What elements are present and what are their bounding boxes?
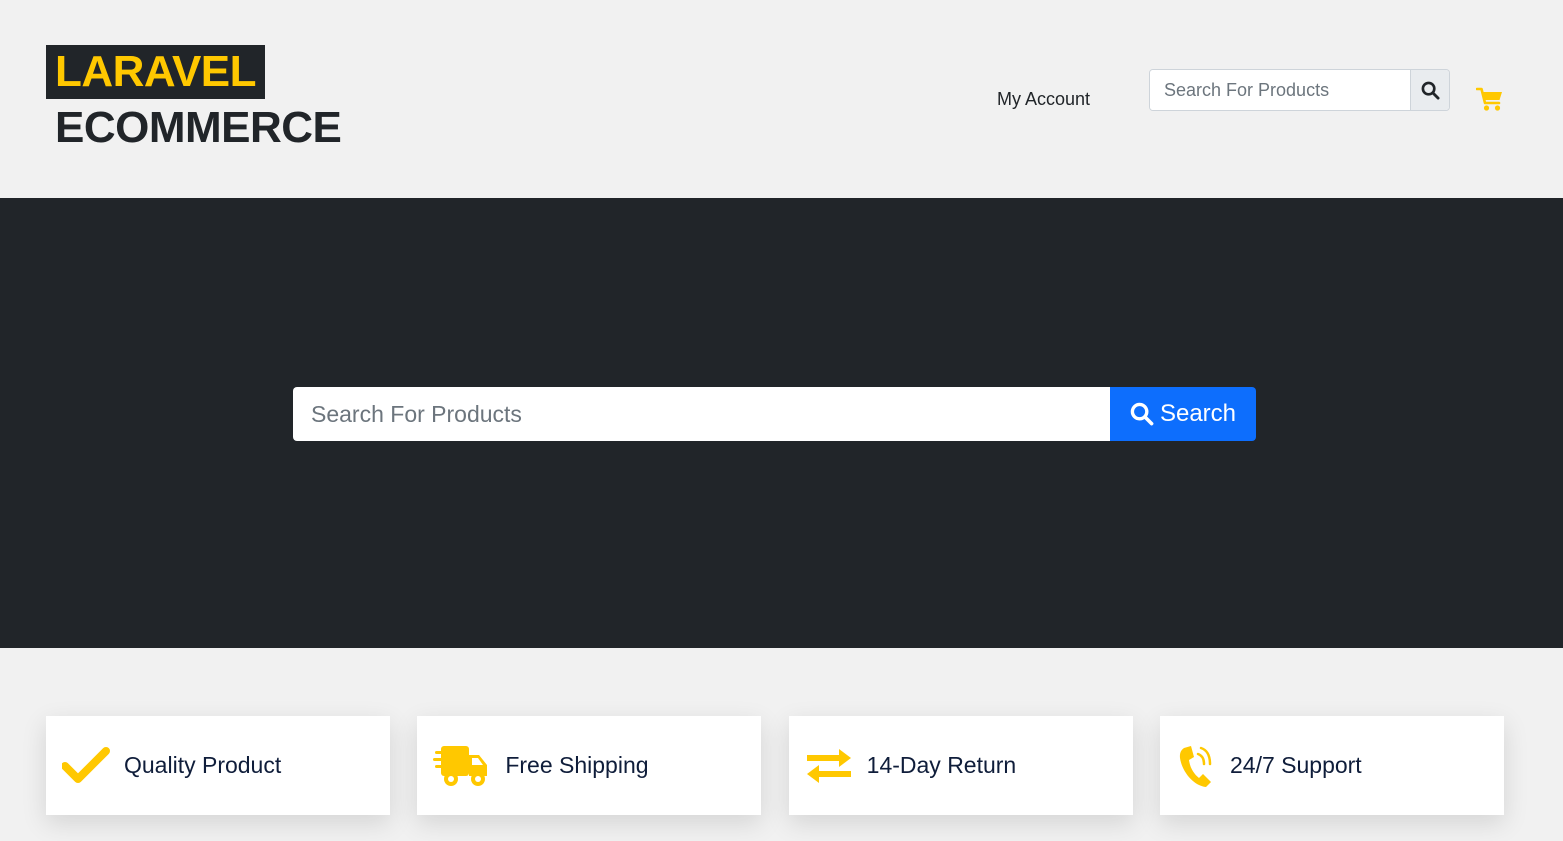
phone-icon [1176, 742, 1216, 790]
hero-search: Search [293, 387, 1256, 441]
hero-search-button-label: Search [1159, 400, 1237, 427]
feature-label: 14-Day Return [866, 752, 1017, 778]
feature-label: Quality Product [124, 752, 282, 778]
cart-icon [1475, 87, 1502, 111]
features-row: Quality Product Free Shipping 14-Day Ret… [46, 716, 1504, 815]
logo-line-1: LARAVEL [46, 45, 266, 99]
logo-line-2: ECOMMERCE [55, 103, 342, 152]
header-search-button[interactable] [1410, 70, 1449, 110]
site-logo[interactable]: LARAVEL ECOMMERCE [46, 45, 342, 155]
cart-button[interactable] [1475, 86, 1504, 112]
feature-24-7-support: 24/7 Support [1159, 716, 1504, 815]
feature-14-day-return: 14-Day Return [788, 716, 1133, 815]
feature-quality-product: Quality Product [46, 716, 390, 815]
feature-free-shipping: Free Shipping [417, 716, 762, 815]
feature-label: Free Shipping [505, 752, 649, 778]
search-icon [1130, 402, 1154, 426]
check-icon [62, 746, 110, 786]
site-header: LARAVEL ECOMMERCE My Account [0, 0, 1563, 198]
header-search-input[interactable] [1150, 70, 1410, 110]
exchange-icon [805, 748, 853, 784]
search-icon [1421, 81, 1440, 100]
truck-icon [433, 743, 491, 789]
hero-search-button[interactable]: Search [1110, 387, 1256, 441]
feature-label: 24/7 Support [1229, 752, 1362, 778]
hero-section: Search [0, 198, 1563, 648]
hero-search-input[interactable] [293, 387, 1110, 441]
header-search [1149, 69, 1450, 111]
my-account-link[interactable]: My Account [997, 88, 1090, 110]
